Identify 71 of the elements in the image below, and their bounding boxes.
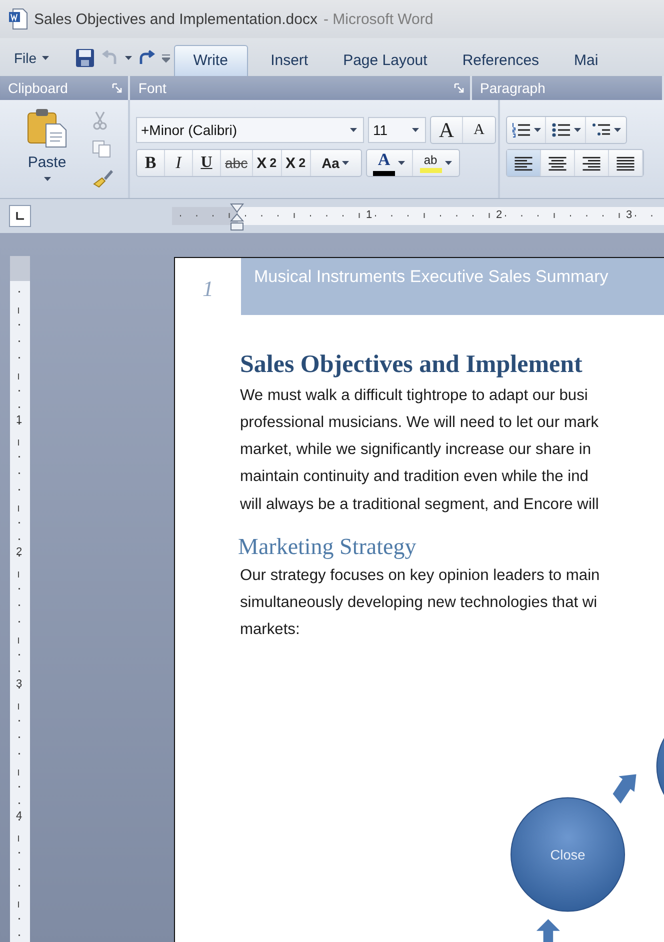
multilevel-list-icon: [591, 122, 611, 138]
caret-icon: [44, 177, 50, 181]
left-tab-icon: [15, 211, 25, 221]
ruler-number: 4: [16, 810, 22, 822]
clipboard-icon: [26, 108, 68, 148]
paste-button[interactable]: Paste: [26, 108, 68, 198]
header-band: Musical Instruments Executive Sales Summary: [241, 258, 664, 315]
group-title: Clipboard: [8, 80, 68, 96]
underline-button[interactable]: U: [193, 150, 221, 176]
indent-marker-icon[interactable]: [230, 203, 244, 231]
caret-icon: [614, 128, 621, 132]
document-icon: [8, 8, 28, 30]
ribbon-tab[interactable]: Insert: [248, 45, 320, 76]
bold-button[interactable]: B: [137, 150, 165, 176]
body-text-line: markets:: [240, 620, 301, 640]
ruler-number: 3: [16, 678, 22, 690]
align-left-button[interactable]: [507, 150, 541, 176]
ribbon-tab[interactable]: Mai: [551, 45, 610, 76]
ribbon-tab[interactable]: Page Layout: [320, 45, 440, 76]
ruler-number: 2: [496, 209, 502, 221]
app-name: - Microsoft Word: [323, 10, 434, 28]
redo-icon[interactable]: [138, 50, 156, 66]
dialog-launcher-icon[interactable]: [454, 83, 464, 93]
font-size-field[interactable]: 11: [368, 117, 426, 143]
shrink-font-button[interactable]: A: [463, 117, 495, 143]
diagram-arrow: [612, 774, 636, 804]
group-title: Font: [138, 80, 166, 96]
ribbon-tab[interactable]: References: [439, 45, 552, 76]
italic-button[interactable]: I: [165, 150, 193, 176]
caret-icon: [534, 128, 541, 132]
tab-selector[interactable]: [9, 205, 31, 227]
diagram-arrow: [536, 920, 560, 942]
highlight-button[interactable]: ab: [412, 150, 459, 176]
body-text-line: maintain continuity and tradition even while the ind: [240, 467, 590, 488]
grow-font-button[interactable]: A: [431, 117, 463, 143]
caret-icon: [574, 128, 580, 132]
ruler-number: 1: [16, 414, 22, 426]
font-name-field[interactable]: +Minor (Calibri): [136, 117, 364, 143]
window-title: Sales Objectives and Implementation.docx: [34, 10, 318, 28]
dropdown-icon: [350, 128, 357, 132]
file-menu[interactable]: File: [12, 48, 51, 68]
ruler-number: 2: [16, 546, 22, 558]
body-text-line: will always be a traditional segment, and Encore will: [240, 494, 600, 515]
caret-icon: [398, 161, 406, 165]
save-icon[interactable]: [74, 48, 95, 68]
section-heading: Marketing Strategy: [238, 532, 418, 561]
ribbon-tab[interactable]: Write: [174, 45, 248, 76]
ruler-number: 1: [366, 209, 372, 221]
body-text-line: professional musicians. We will need to let our mark: [240, 412, 600, 433]
caret-icon: [42, 56, 49, 60]
body-text-line: Our strategy focuses on key opinion leaders to main: [240, 566, 601, 586]
format-painter-icon[interactable]: [92, 168, 114, 188]
ruler-number: 3: [626, 209, 632, 221]
node-label: Close: [550, 848, 586, 863]
group-title: Paragraph: [480, 80, 546, 96]
numbered-list-icon: [511, 122, 531, 138]
caret-icon: [444, 161, 452, 165]
case-button[interactable]: Aa: [310, 150, 361, 176]
body-text-line: market, while we significantly increase our share in: [240, 440, 592, 460]
customize-toolbar-icon[interactable]: [162, 53, 170, 63]
undo-caret-icon: [124, 56, 132, 60]
body-text-line: simultaneously developing new technologies that wi: [240, 592, 598, 613]
dialog-launcher-icon[interactable]: [112, 83, 122, 93]
font-color-button[interactable]: A: [366, 150, 413, 176]
bulleted-list-icon: [550, 122, 570, 138]
document-heading: Sales Objectives and Implement: [240, 350, 584, 380]
dropdown-icon: [412, 128, 419, 132]
body-text-line: We must walk a difficult tightrope to adapt our busi: [240, 386, 589, 406]
caret-icon: [342, 161, 350, 165]
strike-button[interactable]: abc: [221, 150, 253, 176]
page-number: 1: [202, 276, 214, 302]
